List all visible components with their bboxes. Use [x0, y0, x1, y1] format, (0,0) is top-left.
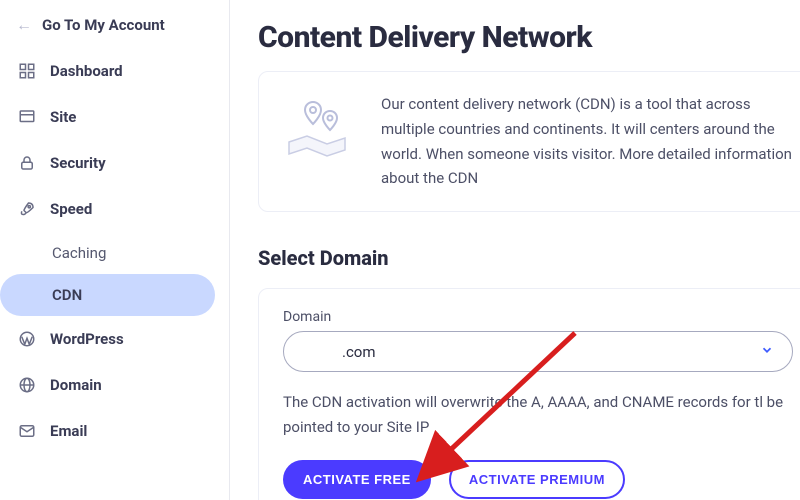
- sidebar-item-wordpress[interactable]: WordPress: [0, 316, 229, 362]
- site-icon: [18, 108, 36, 126]
- back-to-account-link[interactable]: ← Go To My Account: [0, 8, 229, 48]
- sidebar-item-label: Email: [50, 422, 87, 440]
- map-pins-icon: [283, 98, 353, 158]
- back-label: Go To My Account: [42, 16, 165, 34]
- wordpress-icon: [18, 330, 36, 348]
- activate-premium-button[interactable]: ACTIVATE PREMIUM: [449, 460, 625, 499]
- sidebar-subitem-label: CDN: [52, 286, 82, 304]
- button-row: ACTIVATE FREE ACTIVATE PREMIUM: [283, 460, 793, 499]
- sidebar-subitem-caching[interactable]: Caching: [0, 232, 229, 274]
- sidebar-subitem-cdn[interactable]: CDN: [0, 274, 215, 316]
- arrow-left-icon: ←: [16, 17, 32, 33]
- main-content: Content Delivery Network Our content del…: [230, 0, 800, 500]
- dashboard-icon: [18, 62, 36, 80]
- domain-field-label: Domain: [283, 309, 793, 325]
- domain-select[interactable]: .com: [283, 331, 793, 372]
- sidebar-item-label: Dashboard: [50, 62, 123, 80]
- page-title: Content Delivery Network: [258, 20, 800, 55]
- activate-free-button[interactable]: ACTIVATE FREE: [283, 460, 431, 499]
- rocket-icon: [18, 200, 36, 218]
- sidebar-item-label: Domain: [50, 376, 102, 394]
- domain-select-value: .com: [302, 343, 376, 361]
- info-card: Our content delivery network (CDN) is a …: [258, 71, 800, 212]
- mail-icon: [18, 422, 36, 440]
- globe-icon: [18, 376, 36, 394]
- sidebar-item-domain[interactable]: Domain: [0, 362, 229, 408]
- sidebar-subitem-label: Caching: [52, 244, 106, 262]
- sidebar-item-email[interactable]: Email: [0, 408, 229, 454]
- sidebar-item-label: Site: [50, 108, 76, 126]
- sidebar-item-site[interactable]: Site: [0, 94, 229, 140]
- sidebar-item-speed[interactable]: Speed: [0, 186, 229, 232]
- sidebar: ← Go To My Account Dashboard Site Securi…: [0, 0, 230, 500]
- lock-icon: [18, 154, 36, 172]
- sidebar-item-label: Security: [50, 154, 106, 172]
- sidebar-item-dashboard[interactable]: Dashboard: [0, 48, 229, 94]
- info-description: Our content delivery network (CDN) is a …: [381, 92, 793, 191]
- sidebar-item-label: WordPress: [50, 330, 124, 348]
- domain-card: Domain .com The CDN activation will over…: [258, 288, 800, 500]
- activation-note: The CDN activation will overwrite the A,…: [283, 390, 793, 440]
- chevron-down-icon: [760, 342, 774, 361]
- select-domain-heading: Select Domain: [258, 246, 800, 270]
- sidebar-item-label: Speed: [50, 200, 92, 218]
- sidebar-item-security[interactable]: Security: [0, 140, 229, 186]
